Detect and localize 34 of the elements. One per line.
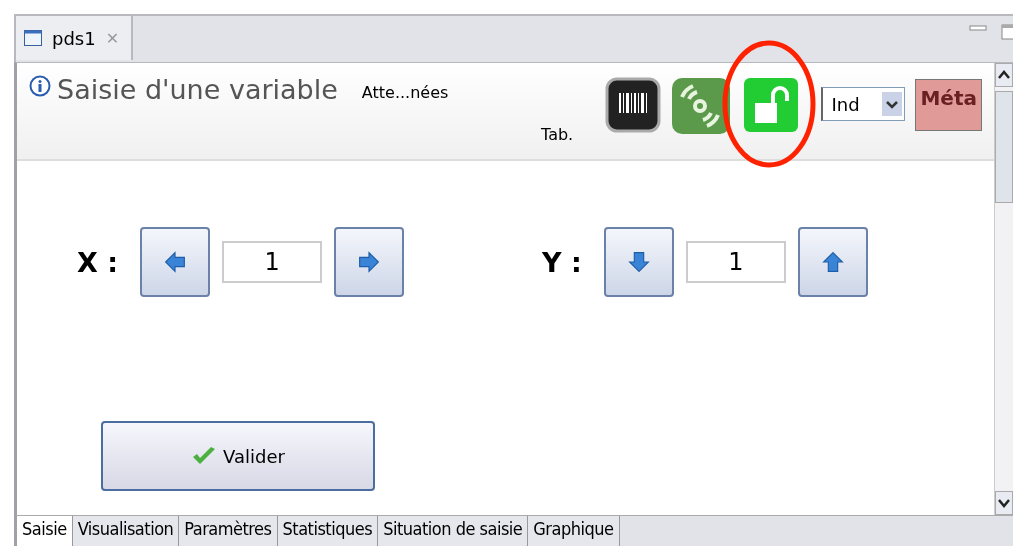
value-field[interactable]: 1 xyxy=(685,241,786,283)
scrollbar-thumb[interactable] xyxy=(995,91,1013,203)
tab[interactable]: Statistiques xyxy=(277,516,379,546)
tab[interactable]: Situation de saisie xyxy=(378,516,529,546)
tab-label: Tab. xyxy=(541,125,574,144)
tab-title: pds1 xyxy=(52,27,96,49)
tab[interactable]: Saisie xyxy=(17,516,73,546)
value-field[interactable]: 1 xyxy=(222,241,322,283)
arrow-button[interactable] xyxy=(140,227,210,297)
tab[interactable]: Paramètres xyxy=(179,516,278,546)
coordinate-label: X : xyxy=(77,246,118,278)
unlocked-padlock-icon[interactable] xyxy=(743,77,800,133)
info-icon xyxy=(29,75,51,97)
meta-button[interactable]: Méta xyxy=(915,79,982,131)
tab[interactable]: Graphique xyxy=(528,516,620,546)
form-title: Saisie d'une variable xyxy=(57,75,338,105)
view-tab[interactable]: pds1 ✕ xyxy=(16,16,134,60)
coordinate-label: Y : xyxy=(542,246,582,278)
barcode-icon[interactable] xyxy=(605,77,662,133)
checkmark-icon xyxy=(191,446,218,466)
dropdown[interactable]: Ind xyxy=(821,87,906,121)
signal-waves-icon[interactable] xyxy=(671,77,732,135)
maximize-icon[interactable] xyxy=(1001,24,1013,40)
info-label: Atte...nées xyxy=(361,83,449,102)
scroll-down-icon[interactable] xyxy=(995,491,1013,515)
minimize-icon[interactable] xyxy=(969,24,987,32)
window-icon xyxy=(24,30,42,46)
caret-icon xyxy=(882,92,903,116)
validate-button[interactable]: Valider xyxy=(101,421,375,491)
arrow-button[interactable] xyxy=(603,227,674,297)
tab[interactable]: Visualisation xyxy=(72,516,180,546)
arrow-button[interactable] xyxy=(797,227,868,297)
scroll-up-icon[interactable] xyxy=(995,63,1013,87)
arrow-button[interactable] xyxy=(334,227,404,297)
